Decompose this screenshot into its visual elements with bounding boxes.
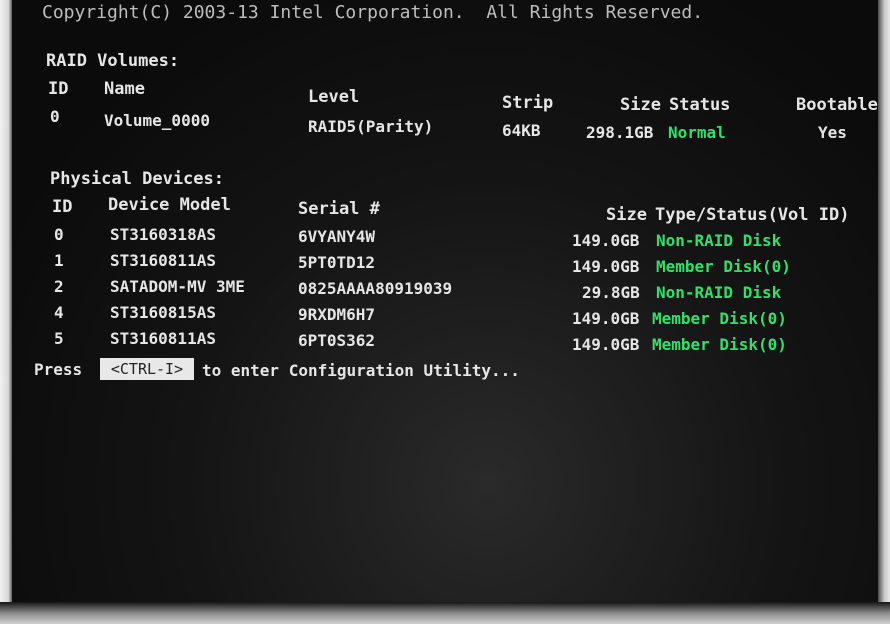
copyright-line: Copyright(C) 2003-13 Intel Corporation. …: [42, 2, 704, 23]
physical-header-serial: Serial #: [298, 199, 380, 219]
device-size: 149.0GB: [572, 257, 640, 276]
device-model: ST3160811AS: [110, 329, 216, 348]
device-model: SATADOM-MV 3ME: [110, 277, 245, 296]
prompt-instruction-text: to enter Configuration Utility...: [202, 361, 520, 380]
raid-header-status: Status: [669, 95, 731, 115]
raid-header-size: Size: [620, 95, 661, 115]
raid-header-id: ID: [48, 79, 69, 99]
raid-volumes-title: RAID Volumes:: [46, 51, 180, 71]
device-model: ST3160815AS: [110, 303, 216, 322]
raid-header-level: Level: [308, 87, 360, 107]
ctrl-i-key-highlight[interactable]: <CTRL-I>: [100, 358, 194, 380]
raid-volume-strip: 64KB: [502, 121, 541, 140]
raid-volume-bootable: Yes: [818, 123, 847, 142]
physical-header-model: Device Model: [108, 195, 231, 215]
device-size: 149.0GB: [572, 335, 640, 354]
monitor-bezel-bottom: [0, 602, 890, 624]
device-id: 0: [54, 225, 64, 244]
bios-screen: Copyright(C) 2003-13 Intel Corporation. …: [12, 0, 878, 604]
device-serial: 9RXDM6H7: [298, 305, 376, 324]
device-serial: 5PT0TD12: [298, 253, 376, 272]
device-model: ST3160811AS: [110, 251, 216, 270]
device-size: 149.0GB: [572, 309, 640, 328]
prompt-press-text: Press: [34, 360, 83, 379]
raid-volume-status: Normal: [668, 123, 726, 142]
physical-header-id: ID: [52, 197, 73, 217]
device-id: 1: [54, 251, 64, 270]
device-type-status: Member Disk(0): [656, 257, 791, 276]
physical-header-size: Size: [606, 205, 647, 225]
device-type-status: Member Disk(0): [652, 309, 787, 328]
device-model: ST3160318AS: [110, 225, 216, 244]
device-id: 5: [54, 329, 64, 348]
device-size: 149.0GB: [572, 231, 640, 250]
device-serial: 6VYANY4W: [298, 227, 376, 246]
device-id: 2: [54, 277, 64, 296]
raid-volume-level: RAID5(Parity): [308, 117, 434, 136]
raid-volume-size: 298.1GB: [586, 123, 654, 142]
physical-header-type: Type/Status(Vol ID): [655, 205, 850, 225]
raid-volume-id: 0: [50, 107, 60, 126]
raid-header-name: Name: [104, 79, 145, 99]
device-type-status: Non-RAID Disk: [656, 283, 782, 302]
device-id: 4: [54, 303, 64, 322]
device-size: 29.8GB: [582, 283, 640, 302]
raid-header-strip: Strip: [502, 93, 554, 113]
monitor-bezel-right: [876, 0, 890, 624]
device-serial: 0825AAAA80919039: [298, 279, 453, 298]
device-serial: 6PT0S362: [298, 331, 376, 350]
raid-header-bootable: Bootable: [796, 95, 878, 115]
physical-devices-title: Physical Devices:: [50, 169, 224, 189]
device-type-status: Non-RAID Disk: [656, 231, 782, 250]
raid-volume-name: Volume_0000: [104, 111, 210, 130]
device-type-status: Member Disk(0): [652, 335, 787, 354]
